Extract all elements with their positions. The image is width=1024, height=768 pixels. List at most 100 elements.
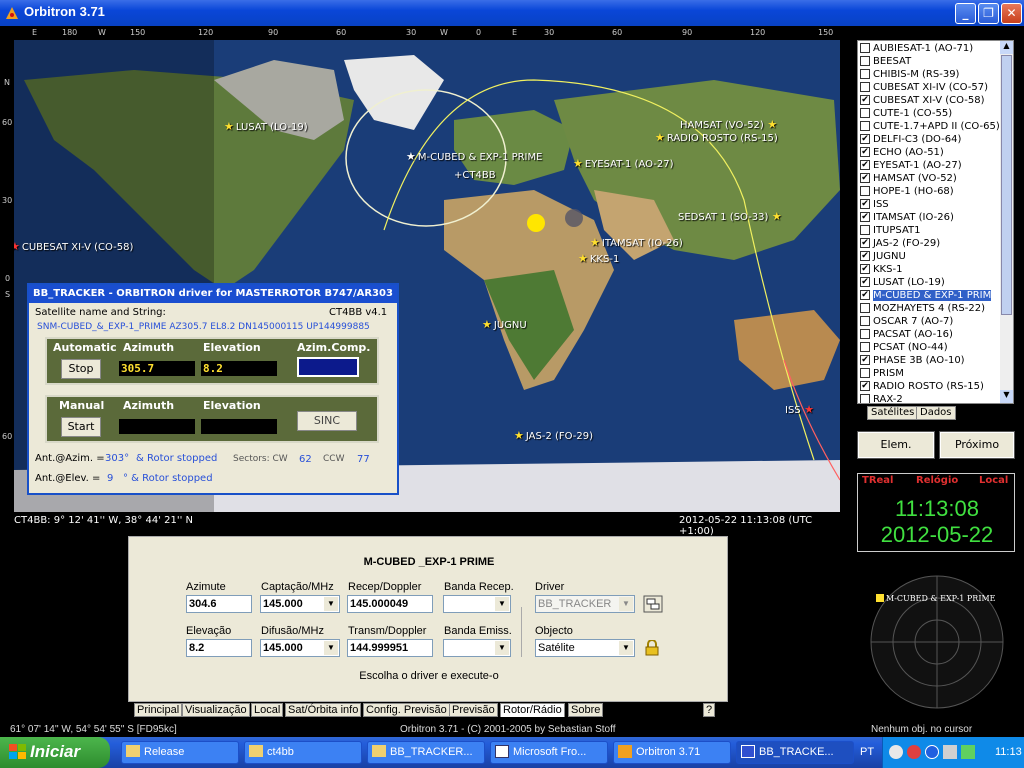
next-button[interactable]: Próximo [939, 431, 1015, 459]
satellite-list-item[interactable]: ✔ LUSAT (LO-19) [860, 277, 945, 290]
satellite-list-item[interactable]: CHIBIS-M (RS-39) [860, 69, 959, 82]
bluetooth-icon[interactable] [925, 745, 939, 759]
checkbox-icon[interactable] [860, 43, 870, 53]
help-tab[interactable]: ? [703, 703, 716, 717]
checkbox-icon[interactable] [860, 342, 870, 352]
checkbox-icon[interactable] [860, 108, 870, 118]
checkbox-icon[interactable] [860, 303, 870, 313]
satellite-list-item[interactable]: AUBIESAT-1 (AO-71) [860, 43, 973, 56]
sat-marker-radio-rosto[interactable]: ★ RADIO ROSTO (RS-15) [655, 131, 778, 144]
maximize-button[interactable]: ❐ [978, 3, 999, 24]
checkbox-icon[interactable] [860, 82, 870, 92]
satellite-list-item[interactable]: ✔ JAS-2 (FO-29) [860, 238, 940, 251]
bb-tracker-window[interactable]: BB_TRACKER - ORBITRON driver for MASTERR… [27, 283, 399, 495]
manual-azimuth-input[interactable] [119, 419, 195, 434]
task-ct4bb[interactable]: ct4bb [244, 741, 362, 764]
tab-dados[interactable]: Dados [916, 406, 956, 420]
satellite-list-item[interactable]: CUTE-1 (CO-55) [860, 108, 952, 121]
satellite-list-item[interactable]: HOPE-1 (HO-68) [860, 186, 954, 199]
driver-config-icon[interactable] [643, 595, 663, 613]
sat-marker-jugnu[interactable]: ★ JUGNU [482, 318, 527, 331]
checked-checkbox-icon[interactable]: ✔ [860, 251, 870, 261]
language-indicator[interactable]: PT [860, 746, 874, 758]
sat-marker-cubesat-xi-v[interactable]: ★ CUBESAT XI-V (CO-58) [14, 240, 133, 253]
satellite-list-item[interactable]: ✔ DELFI-C3 (DO-64) [860, 134, 961, 147]
checked-checkbox-icon[interactable]: ✔ [860, 95, 870, 105]
checked-checkbox-icon[interactable]: ✔ [860, 173, 870, 183]
checkbox-icon[interactable] [860, 316, 870, 326]
tab-sat-orbita-info[interactable]: Sat/Órbita info [285, 703, 362, 717]
azimute-field[interactable]: 304.6 [186, 595, 252, 613]
checkbox-icon[interactable] [860, 368, 870, 378]
satellite-list-item[interactable]: BEESAT [860, 56, 911, 69]
checked-checkbox-icon[interactable]: ✔ [860, 277, 870, 287]
satellite-list-item[interactable]: ✔ EYESAT-1 (AO-27) [860, 160, 962, 173]
satellite-list[interactable]: AUBIESAT-1 (AO-71) BEESAT CHIBIS-M (RS-39)… [857, 40, 1014, 404]
satellite-list-item[interactable]: PRISM [860, 368, 904, 381]
satellite-list-item[interactable]: CUBESAT XI-IV (CO-57) [860, 82, 988, 95]
checked-checkbox-icon[interactable]: ✔ [860, 290, 870, 300]
tray-clock[interactable]: 11:13 [995, 746, 1022, 758]
satellite-list-item[interactable]: RAX-2 [860, 394, 903, 403]
sat-marker-hamsat[interactable]: HAMSAT (VO-52) ★ [680, 118, 779, 131]
satellite-list-item[interactable]: ✔ JUGNU [860, 251, 906, 264]
satellite-list-item[interactable]: ✔ ISS [860, 199, 889, 212]
satellite-list-item[interactable]: ✔ PHASE 3B (AO-10) [860, 355, 965, 368]
checkbox-icon[interactable] [860, 394, 870, 403]
start-button[interactable]: Iniciar [0, 737, 110, 768]
sat-marker-m-cubed[interactable]: ★ M-CUBED & EXP-1 PRIME [406, 150, 542, 163]
local-label[interactable]: Local [979, 475, 1008, 486]
tab-visualizacao[interactable]: Visualização [182, 703, 250, 717]
task-release[interactable]: Release [121, 741, 239, 764]
banda-emiss-select[interactable] [443, 639, 511, 657]
satellite-list-item[interactable]: ✔ M-CUBED & EXP-1 PRIM [860, 290, 992, 303]
satellite-list-item[interactable]: ✔ ITAMSAT (IO-26) [860, 212, 954, 225]
sat-marker-kks-1[interactable]: ★ KKS-1 [578, 252, 619, 265]
scroll-up-icon[interactable]: ▲ [1000, 41, 1013, 54]
satellite-list-item[interactable]: ✔ RADIO ROSTO (RS-15) [860, 381, 984, 394]
task-orbitron[interactable]: Orbitron 3.71 [613, 741, 731, 764]
sat-marker-jas-2[interactable]: ★ JAS-2 (FO-29) [514, 429, 593, 442]
security-icon[interactable] [907, 745, 921, 759]
satellite-list-item[interactable]: ✔ CUBESAT XI-V (CO-58) [860, 95, 984, 108]
tab-local[interactable]: Local [251, 703, 284, 717]
tray-chevron-icon[interactable] [889, 745, 903, 759]
checked-checkbox-icon[interactable]: ✔ [860, 355, 870, 365]
sat-marker-lusat[interactable]: ★ LUSAT (LO-19) [224, 120, 308, 133]
satellite-list-item[interactable]: ITUPSAT1 [860, 225, 920, 238]
satellite-list-item[interactable]: ✔ KKS-1 [860, 264, 902, 277]
recep-doppler-field[interactable]: 145.000049 [347, 595, 433, 613]
checkbox-icon[interactable] [860, 329, 870, 339]
satellite-list-item[interactable]: ✔ HAMSAT (VO-52) [860, 173, 957, 186]
sat-marker-itamsat[interactable]: ★ ITAMSAT (IO-26) [590, 236, 683, 249]
objecto-select[interactable]: Satélite [535, 639, 635, 657]
checked-checkbox-icon[interactable]: ✔ [860, 134, 870, 144]
task-bb-tracker[interactable]: BB_TRACKER... [367, 741, 485, 764]
satellite-list-item[interactable]: MOZHAYETS 4 (RS-22) [860, 303, 985, 316]
relogio-label[interactable]: Relógio [916, 475, 958, 486]
checked-checkbox-icon[interactable]: ✔ [860, 381, 870, 391]
difusao-select[interactable]: 145.000 [260, 639, 340, 657]
checkbox-icon[interactable] [860, 186, 870, 196]
tab-sobre[interactable]: Sobre [568, 703, 604, 717]
satellite-list-item[interactable]: OSCAR 7 (AO-7) [860, 316, 953, 329]
satellite-list-item[interactable]: PCSAT (NO-44) [860, 342, 948, 355]
task-frontpage[interactable]: Microsoft Fro... [490, 741, 608, 764]
tab-principal[interactable]: Principal [134, 703, 183, 717]
tab-rotor-radio[interactable]: Rotor/Rádio [500, 703, 565, 717]
checkbox-icon[interactable] [860, 121, 870, 131]
tab-previsao[interactable]: Previsão [449, 703, 498, 717]
network-icon[interactable] [961, 745, 975, 759]
sat-marker-eyesat[interactable]: ★ EYESAT-1 (AO-27) [573, 157, 674, 170]
driver-select[interactable]: BB_TRACKER [535, 595, 635, 613]
sinc-button[interactable]: SINC [297, 411, 357, 431]
checked-checkbox-icon[interactable]: ✔ [860, 238, 870, 248]
start-button[interactable]: Start [61, 417, 101, 437]
tab-satelites[interactable]: Satélites [867, 406, 919, 420]
checked-checkbox-icon[interactable]: ✔ [860, 160, 870, 170]
checked-checkbox-icon[interactable]: ✔ [860, 212, 870, 222]
checkbox-icon[interactable] [860, 225, 870, 235]
manual-elevation-input[interactable] [201, 419, 277, 434]
satellite-list-scrollbar[interactable]: ▲ ▼ [1000, 41, 1013, 403]
task-bb-tracker-active[interactable]: BB_TRACKE... [736, 741, 854, 764]
